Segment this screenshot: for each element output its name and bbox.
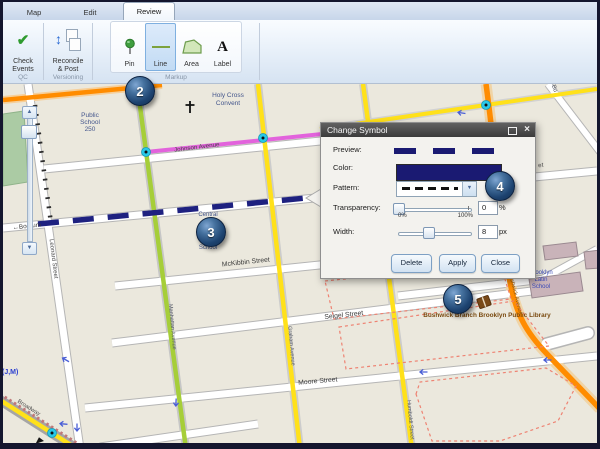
markup-panel: Pin Line Area A — [110, 21, 242, 73]
transparency-slider-track[interactable] — [398, 208, 472, 212]
transparency-slider-tick — [468, 206, 469, 210]
callout-badge-5: 5 — [443, 284, 473, 314]
label-tool-button[interactable]: A Label — [207, 23, 238, 71]
moore-street — [85, 356, 597, 408]
dead-end-street — [547, 333, 588, 344]
check-events-label2: Events — [12, 66, 33, 74]
map-label: Bushwick Branch Brooklyn Public Library — [423, 312, 551, 319]
ribbon-body: ✔ Check Events QC ↕ Reconcile & Post — [3, 20, 597, 84]
tab-edit[interactable]: Edit — [67, 5, 113, 20]
pin-icon — [123, 33, 137, 61]
reconcile-post-button[interactable]: ↕ — [55, 22, 81, 58]
close-button[interactable]: Close — [481, 254, 520, 273]
chevron-down-icon[interactable]: ▼ — [462, 182, 476, 196]
ribbon: Map Edit Review ✔ Check Events QC ↕ — [3, 2, 597, 84]
transparency-unit: % — [499, 203, 506, 212]
width-slider-handle[interactable] — [423, 227, 435, 239]
callout-badge-4: 4 — [485, 171, 515, 201]
group-caption-qc: QC — [18, 73, 28, 83]
cross-icon — [186, 101, 195, 113]
pattern-dash-preview — [402, 187, 458, 190]
apply-button[interactable]: Apply — [439, 254, 476, 273]
pattern-dropdown[interactable]: ▼ — [396, 181, 477, 197]
zoom-in-button[interactable]: ▲ — [22, 106, 37, 119]
vertex-dot-center — [262, 137, 265, 140]
transparency-input[interactable]: 0 — [478, 201, 498, 215]
area-tool-label: Area — [184, 61, 199, 70]
dialog-title: Change Symbol — [321, 125, 387, 135]
tab-review[interactable]: Review — [123, 2, 175, 20]
callout-badge-2: 2 — [125, 76, 155, 106]
map-label: School — [80, 119, 100, 126]
oneway-arrow-icon — [60, 421, 68, 427]
transparency-label: Transparency: — [333, 203, 381, 212]
width-label: Width: — [333, 227, 354, 236]
label-icon: A — [217, 33, 228, 61]
line-tool-label: Line — [154, 61, 167, 70]
width-unit: px — [499, 227, 507, 236]
group-versioning: ↕ Reconcile & Post Versioning — [44, 20, 92, 83]
pattern-label: Pattern: — [333, 183, 359, 192]
map-label: Public — [81, 112, 99, 119]
label-tool-label: Label — [214, 61, 231, 70]
dialog-callout-pointer — [306, 189, 321, 207]
park — [3, 111, 28, 186]
map-label: Holy Cross — [212, 92, 245, 99]
building — [584, 250, 597, 269]
width-slider-track[interactable] — [398, 232, 472, 236]
vertex-dot-center — [485, 104, 488, 107]
ribbon-tab-bar: Map Edit Review — [3, 2, 597, 20]
pin-tool-label: Pin — [124, 61, 134, 70]
arrowhead-icon — [36, 437, 45, 443]
line-tool-button[interactable]: Line — [145, 23, 176, 71]
map-label: Latin — [534, 277, 547, 283]
johnson-avenue — [44, 137, 360, 169]
reconcile-label: Reconcile — [53, 58, 84, 66]
color-label: Color: — [333, 163, 353, 172]
dialog-title-bar[interactable]: Change Symbol × — [321, 123, 535, 137]
map-label: Convent — [216, 100, 240, 107]
zoom-slider-handle[interactable] — [21, 125, 37, 139]
preview-label: Preview: — [333, 145, 362, 154]
zoom-out-button[interactable]: ▼ — [22, 242, 37, 255]
line-icon — [151, 33, 171, 61]
callout-badge-3: 3 — [196, 217, 226, 247]
maximize-icon[interactable] — [508, 127, 517, 135]
manhattan-avenue — [137, 84, 186, 443]
map-label: et — [538, 162, 544, 170]
transparency-min-label: 0% — [398, 213, 407, 219]
group-caption-versioning: Versioning — [53, 73, 83, 83]
check-icon: ✔ — [17, 31, 30, 49]
area-tool-button[interactable]: Area — [176, 23, 207, 71]
group-separator — [259, 23, 260, 80]
map-label: School — [532, 284, 550, 290]
parcel-outline — [416, 368, 576, 441]
map-label: (J,M) — [3, 369, 18, 376]
area-icon — [182, 33, 202, 61]
group-caption-markup: Markup — [165, 73, 187, 83]
delete-button[interactable]: Delete — [391, 254, 432, 273]
transparency-max-label: 100% — [451, 213, 473, 219]
reconcile-label2: & Post — [53, 66, 84, 74]
map-label: 250 — [85, 126, 96, 133]
vertex-dot-center — [145, 151, 148, 154]
width-input[interactable]: 8 — [478, 225, 498, 239]
group-markup: Pin Line Area A — [93, 20, 259, 83]
tab-map[interactable]: Map — [11, 5, 57, 20]
group-qc: ✔ Check Events QC — [3, 20, 43, 83]
check-events-label: Check — [12, 58, 33, 66]
vertex-dot-center — [51, 432, 54, 435]
close-icon[interactable]: × — [524, 123, 530, 137]
check-events-button[interactable]: ✔ — [17, 22, 30, 58]
application-window: Map Edit Review ✔ Check Events QC ↕ — [0, 0, 600, 449]
reconcile-icon: ↕ — [55, 28, 81, 52]
building — [543, 242, 578, 260]
pin-tool-button[interactable]: Pin — [114, 23, 145, 71]
symbol-preview — [394, 148, 494, 154]
